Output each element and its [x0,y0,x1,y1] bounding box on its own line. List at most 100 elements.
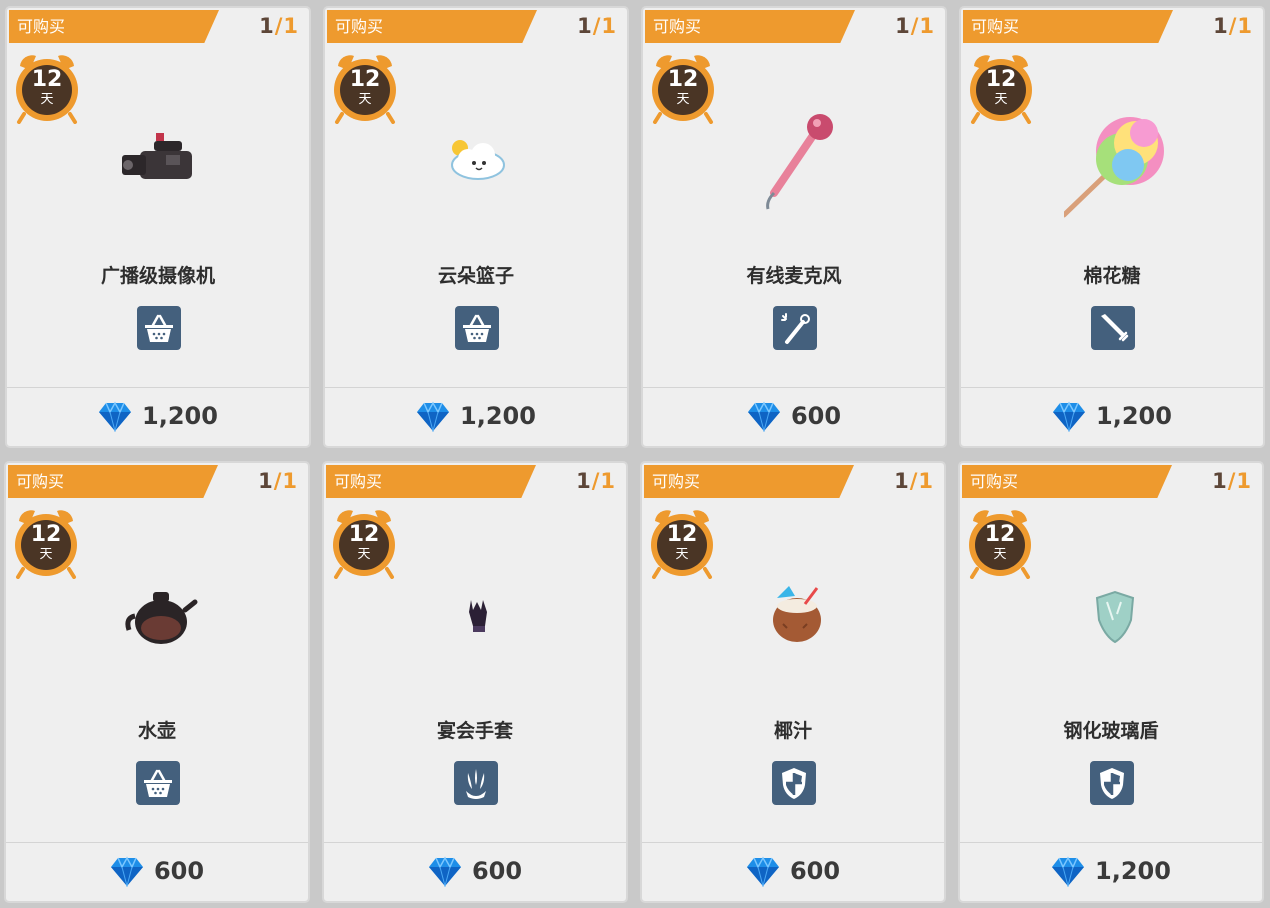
timer-value: 12 [667,67,699,92]
sword-icon [1091,306,1135,350]
shield-icon [1090,761,1134,805]
divider [325,387,627,388]
shop-item-card[interactable]: 可购买 1/1 12 天 宴会手套 600 [322,461,628,903]
timer-value: 12 [349,67,381,92]
diamond-icon [1052,856,1085,887]
shop-item-card[interactable]: 可购买 1/1 12 天 钢化玻璃盾 1,200 [958,461,1264,903]
stock-max: 1 [601,14,617,38]
timer-unit: 天 [676,92,690,107]
price-area: 600 [643,400,945,440]
stock-current: 1 [259,14,275,38]
timer-value: 12 [985,67,1017,92]
item-name: 水壶 [137,720,176,742]
price-area: 1,200 [325,400,627,440]
stock-max: 1 [919,14,935,38]
item-name: 钢化玻璃盾 [1063,720,1159,742]
diamond-icon [747,401,780,432]
alarm-clock-icon: 12 天 [331,507,397,579]
status-label: 可购买 [334,472,383,491]
shop-item-card[interactable]: 可购买 1/1 12 天 有线麦克风 600 [641,6,947,448]
stock-counter: 1/1 [576,469,616,493]
shop-item-card[interactable]: 可购买 1/1 12 天 棉花糖 1,200 [959,6,1265,448]
price-area: 600 [324,855,626,895]
stock-current: 1 [1213,14,1229,38]
alarm-clock-icon: 12 天 [332,52,398,124]
stock-current: 1 [1212,469,1228,493]
timer-unit: 天 [358,92,372,107]
stock-current: 1 [576,469,592,493]
status-label: 可购买 [652,472,701,491]
diamond-icon [1053,401,1086,432]
stock-current: 1 [895,14,911,38]
diamond-icon [428,856,461,887]
alarm-clock-icon: 12 天 [14,52,80,124]
divider [643,387,945,388]
alarm-clock-icon: 12 天 [649,507,715,579]
price-value: 600 [790,402,842,430]
shop-item-card[interactable]: 可购买 1/1 12 天 广播级摄像机 1,200 [5,6,311,448]
divider [961,387,1263,388]
purchasable-banner: 可购买 [644,465,854,498]
coconut-drink-icon [745,558,845,678]
price-value: 600 [153,857,205,885]
alarm-clock-icon: 12 天 [967,507,1033,579]
cotton-candy-icon [1064,103,1164,223]
basket-icon [137,306,181,350]
stock-current: 1 [258,469,274,493]
stock-current: 1 [577,14,593,38]
item-name: 有线麦克风 [746,265,842,287]
stock-counter: 1/1 [258,469,298,493]
price-value: 1,200 [460,402,536,430]
timer-value: 12 [30,522,62,547]
timer-unit: 天 [357,547,371,562]
shop-item-card[interactable]: 可购买 1/1 12 天 水壶 600 [4,461,310,903]
divider [7,387,309,388]
price-value: 1,200 [1096,402,1172,430]
shield-icon [772,761,816,805]
alarm-clock-icon: 12 天 [968,52,1034,124]
shop-item-card[interactable]: 可购买 1/1 12 天 椰汁 600 [640,461,946,903]
status-label: 可购买 [970,472,1019,491]
item-name: 椰汁 [773,720,812,742]
price-value: 600 [471,857,523,885]
purchasable-banner: 可购买 [963,10,1173,43]
stock-counter: 1/1 [259,14,299,38]
stock-counter: 1/1 [1212,469,1252,493]
glove-icon [427,558,527,678]
diamond-icon [110,856,143,887]
kettle-icon [109,558,209,678]
timer-unit: 天 [675,547,689,562]
timer-value: 12 [348,522,380,547]
timer-unit: 天 [40,92,54,107]
item-name: 广播级摄像机 [100,265,215,287]
price-area: 600 [6,855,308,895]
purchasable-banner: 可购买 [326,465,536,498]
shop-grid: 可购买 1/1 12 天 广播级摄像机 1,200 可购买 1/1 12 天 云… [0,0,1270,908]
stock-max: 1 [600,469,616,493]
item-name: 宴会手套 [436,720,513,742]
wand-icon [773,306,817,350]
timer-unit: 天 [993,547,1007,562]
timer-value: 12 [984,522,1016,547]
timer-value: 12 [31,67,63,92]
purchasable-banner: 可购买 [327,10,537,43]
video-camera-icon [110,103,210,223]
shop-item-card[interactable]: 可购买 1/1 12 天 云朵篮子 1,200 [323,6,629,448]
item-name: 云朵篮子 [437,265,514,287]
price-area: 600 [642,855,944,895]
divider [960,842,1262,843]
status-label: 可购买 [335,17,384,36]
timer-value: 12 [666,522,698,547]
diamond-icon [746,856,779,887]
purchasable-banner: 可购买 [962,465,1172,498]
alarm-clock-icon: 12 天 [13,507,79,579]
basket-icon [455,306,499,350]
stock-counter: 1/1 [894,469,934,493]
item-name: 棉花糖 [1083,265,1141,287]
stock-counter: 1/1 [1213,14,1253,38]
divider [324,842,626,843]
price-area: 1,200 [7,400,309,440]
stock-max: 1 [282,469,298,493]
stock-current: 1 [894,469,910,493]
purchasable-banner: 可购买 [645,10,855,43]
